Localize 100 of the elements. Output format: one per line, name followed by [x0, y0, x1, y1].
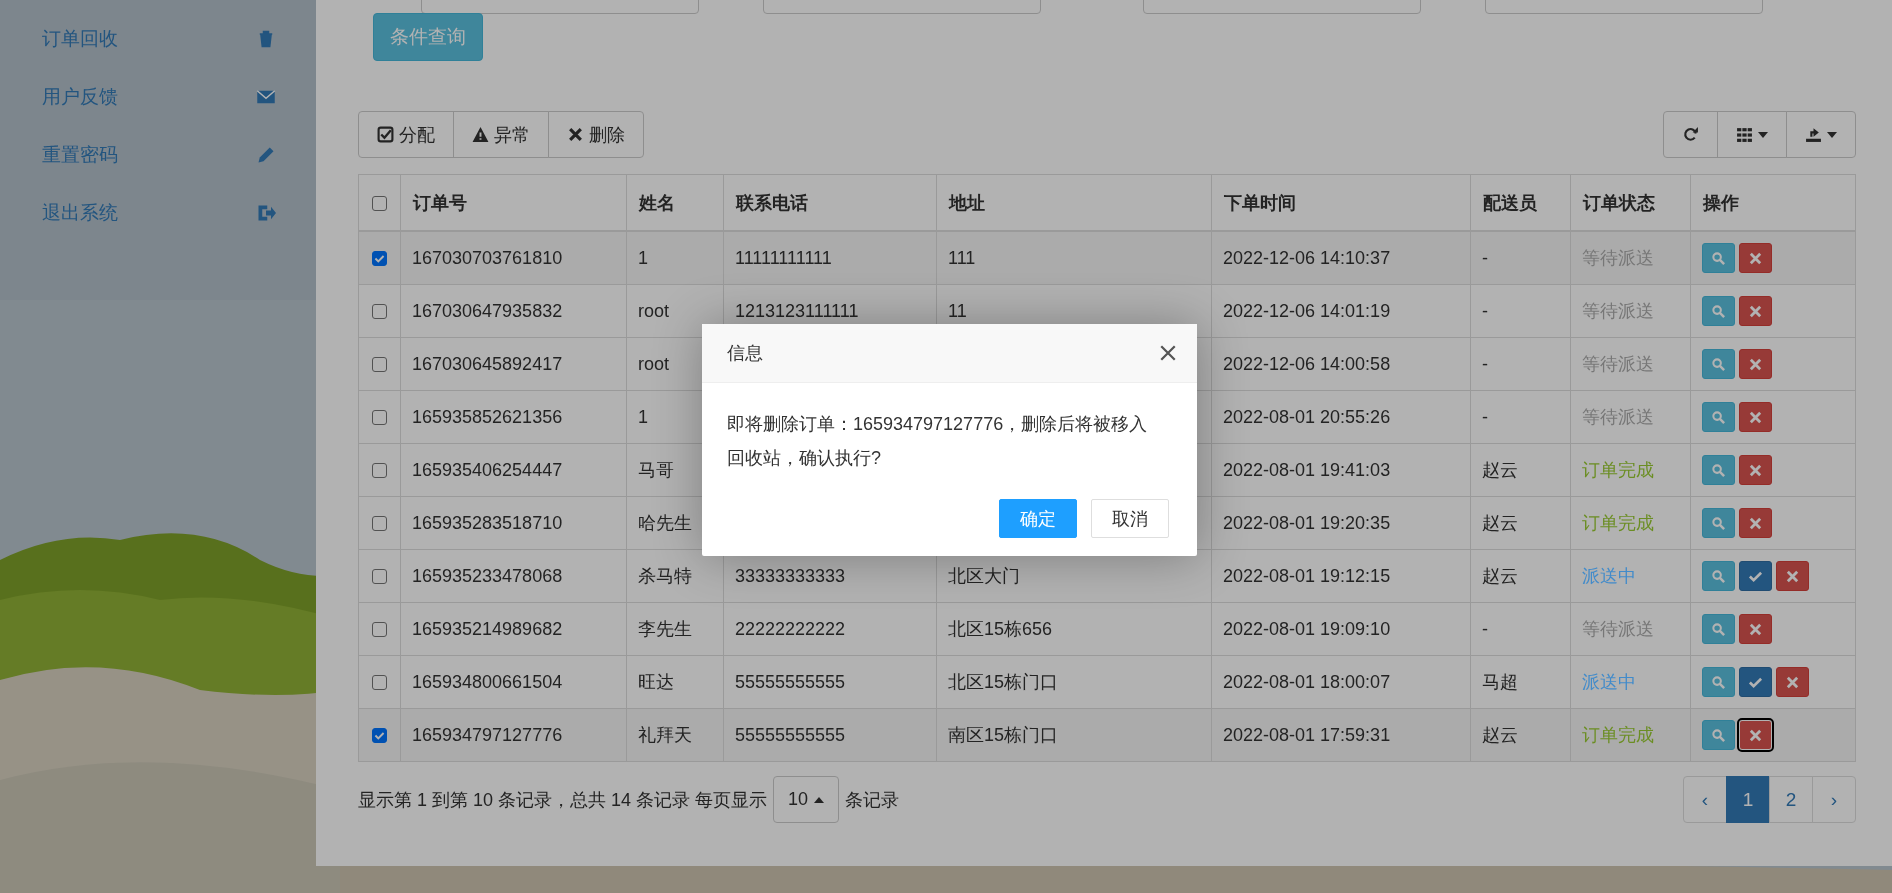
caret-icon [1758, 131, 1768, 138]
checkbox[interactable] [372, 251, 387, 267]
checkbox[interactable] [372, 728, 387, 744]
column-header: 联系电话 [736, 192, 808, 213]
view-button[interactable] [1702, 614, 1735, 644]
delete-button[interactable] [1776, 667, 1809, 697]
search-icon [1711, 515, 1726, 531]
checkbox[interactable] [372, 516, 387, 532]
checkbox-icon [377, 126, 394, 143]
delete-button[interactable] [1739, 455, 1772, 485]
sidebar-item[interactable]: 用户反馈 [0, 68, 316, 126]
logout-icon [256, 203, 276, 223]
caret-icon [814, 796, 825, 803]
cancel-button[interactable]: 取消 [1091, 499, 1169, 538]
view-button[interactable] [1702, 243, 1735, 273]
checkbox[interactable] [372, 569, 387, 585]
dialog-message: 即将删除订单：165934797127776，删除后将被移入回收站，确认执行? [727, 414, 1148, 468]
table-cell: 南区15栋门口 [948, 725, 1059, 745]
page-button[interactable]: 2 [1769, 776, 1813, 823]
view-button[interactable] [1702, 720, 1735, 750]
delete-button[interactable] [1739, 349, 1772, 379]
table-cell: 赵云 [1482, 566, 1518, 586]
view-button[interactable] [1702, 349, 1735, 379]
close-icon[interactable] [1159, 344, 1177, 362]
column-header: 下单时间 [1224, 192, 1296, 213]
pagination-summary: 显示第 1 到第 10 条记录，总共 14 条记录 每页显示 [358, 788, 768, 812]
checkbox[interactable] [372, 195, 387, 211]
table-cell: 杀马特 [638, 566, 692, 586]
page-button[interactable]: 1 [1726, 776, 1770, 823]
view-button[interactable] [1702, 561, 1735, 591]
table-cell: 2022-12-06 14:01:19 [1223, 300, 1391, 321]
delete-button[interactable] [1739, 508, 1772, 538]
search-icon [1711, 356, 1726, 372]
refresh-icon [1682, 126, 1699, 143]
toolbar-button[interactable] [1663, 111, 1718, 158]
checkbox[interactable] [372, 410, 387, 426]
table-cell: 33333333333 [735, 565, 846, 586]
table-cell: 1213123111111 [735, 300, 859, 321]
table-cell: 赵云 [1482, 513, 1518, 533]
table-cell: 北区大门 [948, 566, 1020, 586]
search-button[interactable]: 条件查询 [373, 13, 483, 61]
view-button[interactable] [1702, 402, 1735, 432]
view-button[interactable] [1702, 508, 1735, 538]
checkbox[interactable] [372, 622, 387, 638]
sidebar-item[interactable]: 退出系统 [0, 184, 316, 242]
sidebar-item[interactable]: 重置密码 [0, 126, 316, 184]
table-cell: 1 [638, 247, 648, 268]
table-cell: - [1482, 247, 1488, 268]
table-cell: 165934797127776 [412, 724, 563, 745]
table-cell: 22222222222 [735, 618, 846, 639]
checkbox[interactable] [372, 463, 387, 479]
table-cell: root [638, 353, 670, 374]
checkbox[interactable] [372, 357, 387, 373]
dialog-title: 信息 [727, 342, 763, 365]
confirm-button[interactable]: 确定 [999, 499, 1077, 538]
view-button[interactable] [1702, 667, 1735, 697]
table-cell: 167030645892417 [412, 353, 563, 374]
view-button[interactable] [1702, 296, 1735, 326]
toolbar-button[interactable] [1786, 111, 1856, 158]
toolbar-button[interactable]: 分配 [358, 111, 454, 158]
delete-button[interactable] [1776, 561, 1809, 591]
table-cell: 2022-08-01 19:41:03 [1223, 459, 1391, 480]
view-button[interactable] [1702, 455, 1735, 485]
page-size-dropdown[interactable]: 10 [773, 776, 840, 823]
table-cell: 2022-08-01 19:09:10 [1223, 618, 1391, 639]
close-icon [1748, 621, 1763, 637]
table-cell: 2022-12-06 14:00:58 [1223, 353, 1391, 374]
delete-button[interactable] [1739, 614, 1772, 644]
page-button[interactable]: › [1812, 776, 1856, 823]
close-icon [1748, 515, 1763, 531]
search-icon [1711, 674, 1726, 690]
toolbar-button[interactable] [1717, 111, 1787, 158]
close-icon [1748, 727, 1763, 743]
checkbox[interactable] [372, 675, 387, 691]
table-cell: 赵云 [1482, 460, 1518, 480]
toolbar-button[interactable]: 删除 [548, 111, 644, 158]
toolbar-button[interactable]: 异常 [453, 111, 549, 158]
table-cell: - [1482, 406, 1488, 427]
page-button[interactable]: ‹ [1683, 776, 1727, 823]
column-header: 订单状态 [1583, 192, 1655, 213]
sidebar-item[interactable]: 订单回收 [0, 10, 316, 68]
table-cell: 2022-08-01 19:12:15 [1223, 565, 1391, 586]
table-cell: 167030703761810 [412, 247, 563, 268]
table-cell: 马超 [1482, 672, 1518, 692]
pencil-icon [256, 145, 276, 165]
status-text: 等待派送 [1582, 301, 1654, 321]
status-text: 等待派送 [1582, 407, 1654, 427]
table-cell: 赵云 [1482, 725, 1518, 745]
delete-button[interactable] [1739, 243, 1772, 273]
confirm-delivery-button[interactable] [1739, 667, 1772, 697]
checkbox[interactable] [372, 304, 387, 320]
confirm-delivery-button[interactable] [1739, 561, 1772, 591]
table-cell: root [638, 300, 670, 321]
table-cell: 55555555555 [735, 724, 846, 745]
warning-icon [472, 126, 489, 143]
table-cell: 李先生 [638, 619, 692, 639]
table-cell: 165935283518710 [412, 512, 563, 533]
delete-button[interactable] [1739, 296, 1772, 326]
delete-button[interactable] [1739, 402, 1772, 432]
close-icon [1785, 674, 1800, 690]
